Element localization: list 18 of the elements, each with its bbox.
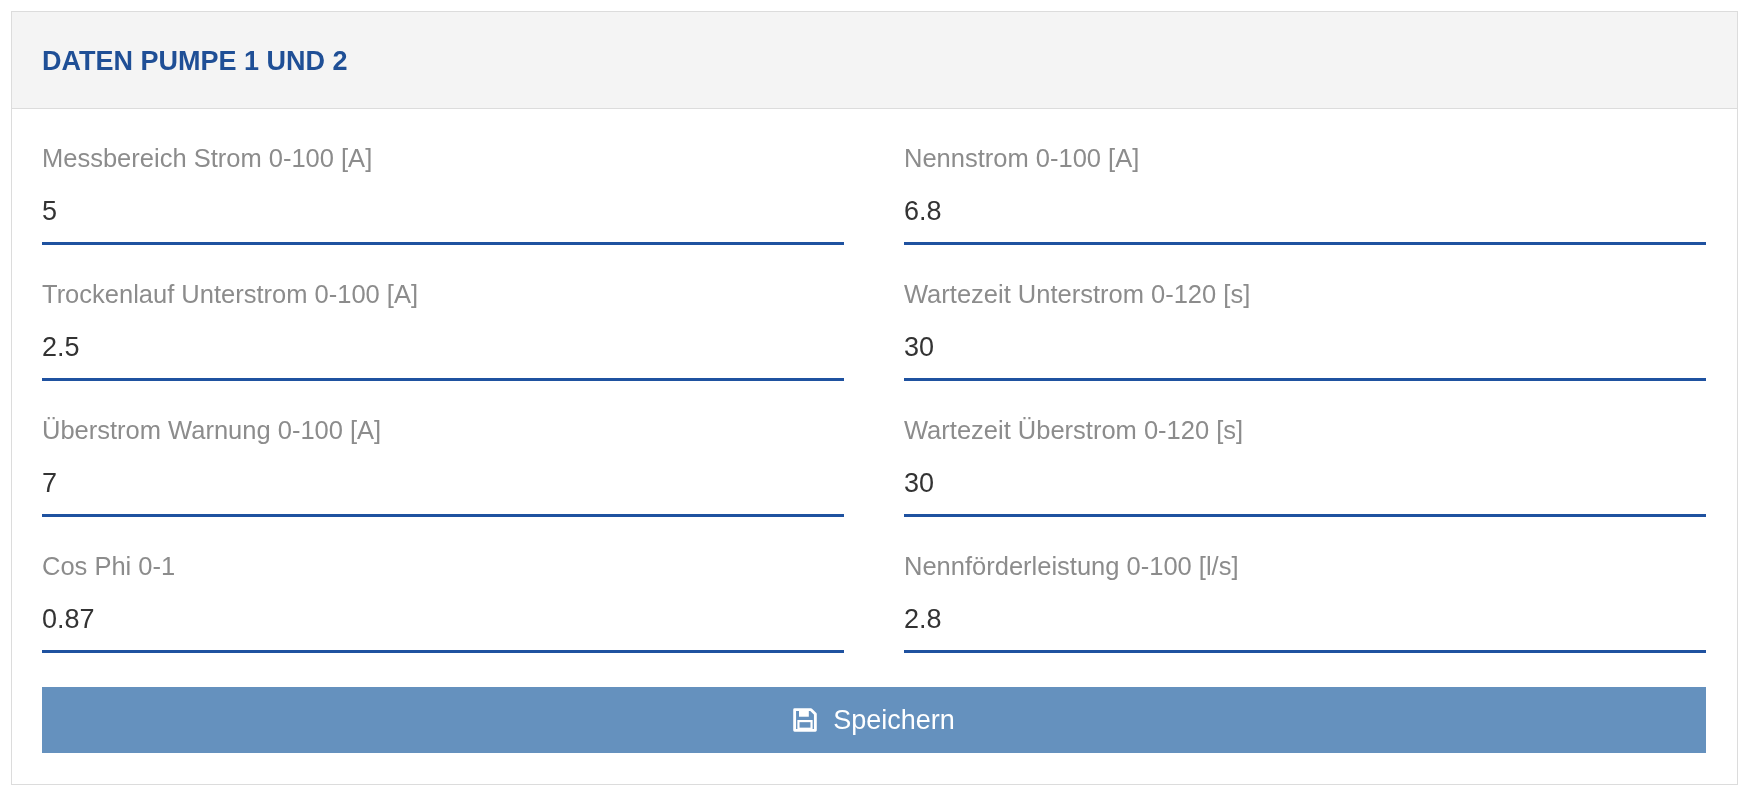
input-field[interactable]: 2.8 xyxy=(904,594,1706,653)
input-field[interactable]: 6.8 xyxy=(904,186,1706,245)
save-icon xyxy=(793,708,818,732)
input-field[interactable]: 7 xyxy=(42,458,844,517)
field-label: Wartezeit Überstrom 0-120 [s] xyxy=(904,415,1244,445)
input-field[interactable]: 5 xyxy=(42,186,844,245)
input-field[interactable]: 30 xyxy=(904,322,1706,381)
field-label: Nennstrom 0-100 [A] xyxy=(904,143,1140,173)
field-label: Nennförderleistung 0-100 [l/s] xyxy=(904,551,1239,581)
field-label: Trockenlauf Unterstrom 0-100 [A] xyxy=(42,279,419,309)
panel-title: DATEN PUMPE 1 UND 2 xyxy=(42,45,348,77)
field-label: Messbereich Strom 0-100 [A] xyxy=(42,143,373,173)
input-field[interactable]: 2.5 xyxy=(42,322,844,381)
field-label: Überstrom Warnung 0-100 [A] xyxy=(42,415,382,445)
input-field[interactable]: 30 xyxy=(904,458,1706,517)
field-label: Cos Phi 0-1 xyxy=(42,551,176,581)
field-label: Wartezeit Unterstrom 0-120 [s] xyxy=(904,279,1251,309)
input-field[interactable]: 0.87 xyxy=(42,594,844,653)
